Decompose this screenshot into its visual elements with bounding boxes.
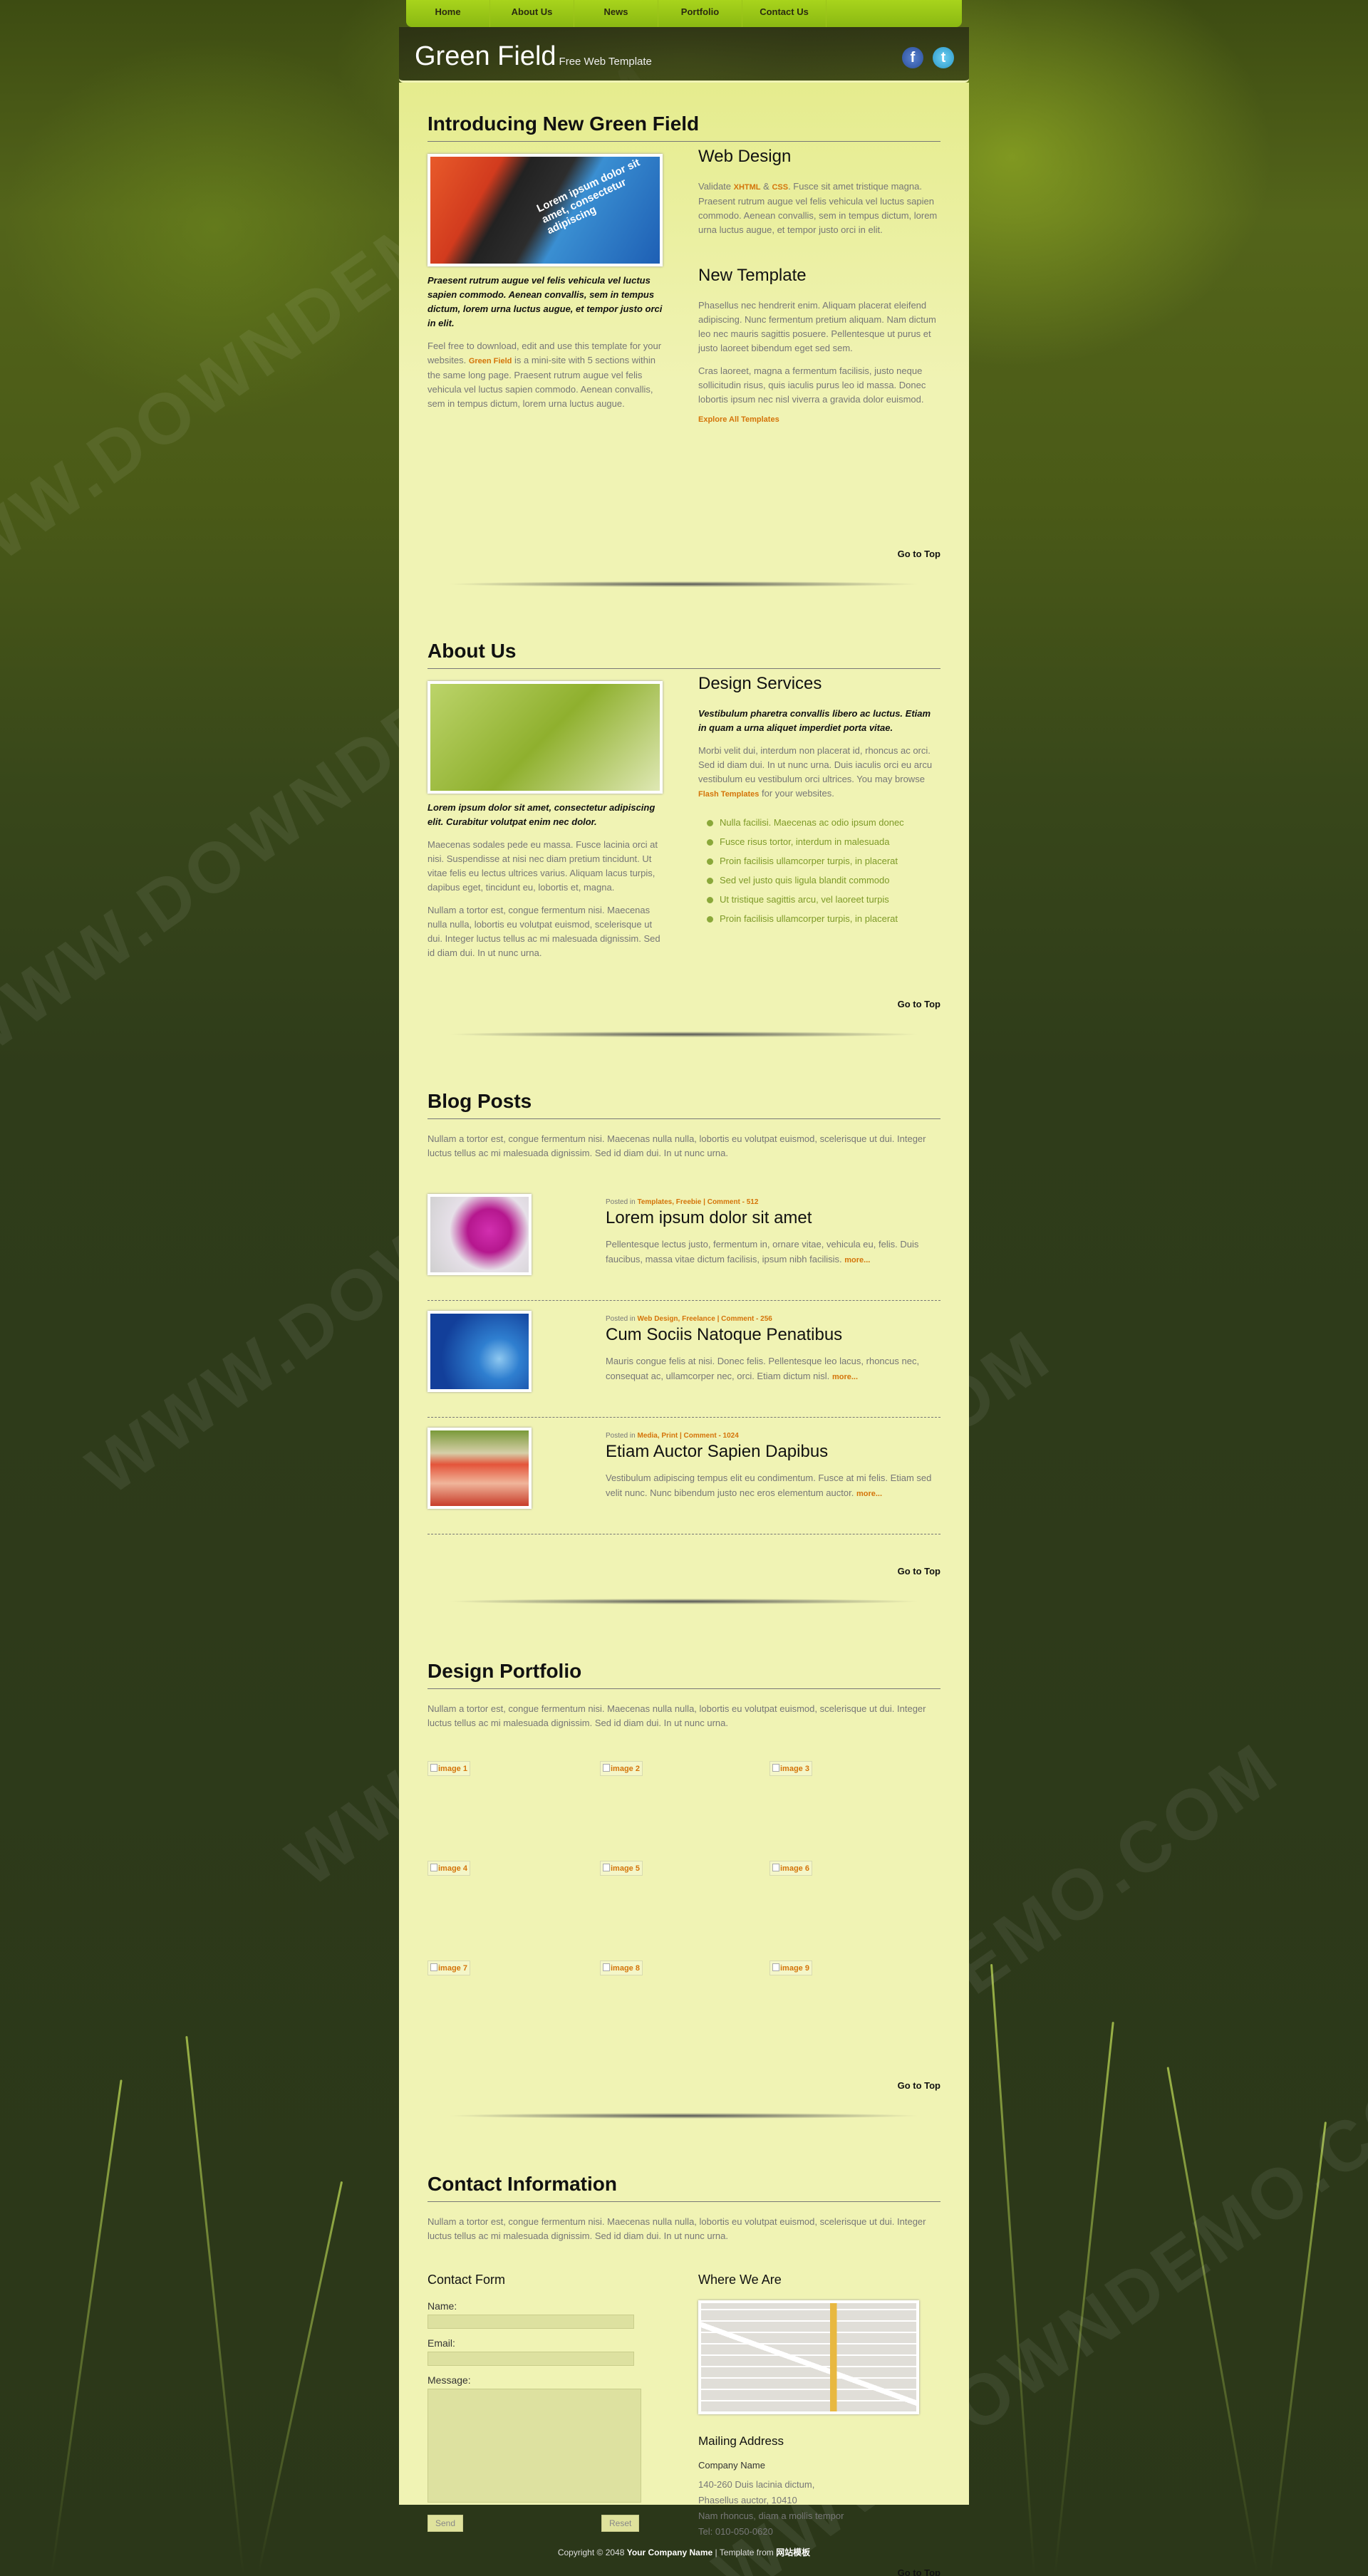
- list-item: Ut tristique sagittis arcu, vel laoreet …: [698, 894, 940, 905]
- site-tagline: Free Web Template: [559, 56, 652, 68]
- portfolio-image[interactable]: image 5: [600, 1861, 643, 1876]
- green-field-link[interactable]: Green Field: [469, 357, 512, 365]
- list-item: Sed vel justo quis ligula blandit commod…: [698, 875, 940, 886]
- nav-home[interactable]: Home: [406, 0, 490, 27]
- go-to-top-link[interactable]: Go to Top: [898, 2080, 940, 2091]
- portfolio-image[interactable]: image 8: [600, 1960, 643, 1975]
- mailing-address-title: Mailing Address: [698, 2434, 784, 2448]
- go-to-top-link[interactable]: Go to Top: [898, 2567, 940, 2576]
- where-we-are-title: Where We Are: [698, 2273, 782, 2287]
- company-name: Company Name: [698, 2460, 765, 2471]
- divider: [420, 1032, 948, 1039]
- post-categories[interactable]: Templates, Freebie: [637, 1198, 701, 1206]
- nav-contact-us[interactable]: Contact Us: [742, 0, 826, 27]
- map-image[interactable]: [698, 2300, 919, 2414]
- message-label: Message:: [428, 2374, 471, 2386]
- blog-section: Blog Posts Nullam a tortor est, congue f…: [428, 1090, 940, 1534]
- section-title: About Us: [428, 640, 940, 669]
- post-image: [428, 1311, 532, 1392]
- section-title: Contact Information: [428, 2173, 940, 2202]
- company-link[interactable]: Your Company Name: [627, 2548, 712, 2557]
- intro-caption: Praesent rutrum augue vel felis vehicula…: [428, 275, 663, 328]
- post-title[interactable]: Lorem ipsum dolor sit amet: [606, 1208, 812, 1228]
- twitter-icon[interactable]: t: [933, 47, 954, 68]
- post-image: [428, 1428, 532, 1509]
- web-design-title: Web Design: [698, 147, 792, 166]
- portfolio-section: Design Portfolio Nullam a tortor est, co…: [428, 1660, 940, 2059]
- divider: [420, 2113, 948, 2120]
- nav-news[interactable]: News: [574, 0, 658, 27]
- email-field[interactable]: [428, 2352, 634, 2366]
- section-title: Introducing New Green Field: [428, 113, 940, 142]
- portfolio-image[interactable]: image 4: [428, 1861, 470, 1876]
- send-button[interactable]: Send: [428, 2515, 464, 2532]
- go-to-top-link[interactable]: Go to Top: [898, 549, 940, 559]
- intro-image: Lorem ipsum dolor sit amet, consectetur …: [428, 154, 663, 266]
- more-link[interactable]: more...: [856, 1490, 882, 1498]
- post-title[interactable]: Cum Sociis Natoque Penatibus: [606, 1325, 842, 1345]
- post-comments[interactable]: Comment - 1024: [684, 1432, 739, 1440]
- css-link[interactable]: CSS: [772, 183, 788, 192]
- divider: [420, 1599, 948, 1606]
- email-label: Email:: [428, 2337, 455, 2349]
- section-title: Design Portfolio: [428, 1660, 940, 1689]
- portfolio-image[interactable]: image 3: [770, 1761, 812, 1776]
- more-link[interactable]: more...: [844, 1256, 870, 1264]
- portfolio-image[interactable]: image 7: [428, 1960, 470, 1975]
- go-to-top-link[interactable]: Go to Top: [898, 1566, 940, 1577]
- about-section: About Us Lorem ipsum dolor sit amet, con…: [428, 640, 940, 996]
- site-title[interactable]: Green Field Free Web Template: [415, 41, 652, 72]
- list-item: Proin facilisis ullamcorper turpis, in p…: [698, 913, 940, 925]
- about-image: [428, 681, 663, 794]
- contact-form-title: Contact Form: [428, 2273, 506, 2287]
- nav-about-us[interactable]: About Us: [490, 0, 574, 27]
- list-item: Proin facilisis ullamcorper turpis, in p…: [698, 856, 940, 867]
- section-title: Blog Posts: [428, 1090, 940, 1119]
- post-categories[interactable]: Media, Print: [637, 1432, 678, 1440]
- intro-section: Introducing New Green Field Lorem ipsum …: [428, 113, 940, 483]
- site-header: Green Field Free Web Template f t: [399, 27, 969, 83]
- facebook-icon[interactable]: f: [902, 47, 923, 68]
- post-categories[interactable]: Web Design, Freelance: [637, 1315, 715, 1323]
- design-services-title: Design Services: [698, 674, 822, 693]
- post-comments[interactable]: Comment - 512: [708, 1198, 759, 1206]
- contact-section: Contact Information Nullam a tortor est,…: [428, 2173, 940, 2543]
- address-line: Tel: 010-050-0620: [698, 2526, 773, 2537]
- flash-templates-link[interactable]: Flash Templates: [698, 790, 759, 799]
- more-link[interactable]: more...: [832, 1373, 858, 1381]
- reset-button[interactable]: Reset: [601, 2515, 640, 2532]
- name-field[interactable]: [428, 2315, 634, 2329]
- address-line: Nam rhoncus, diam a mollis tempor: [698, 2510, 844, 2521]
- address-line: 140-260 Duis lacinia dictum,: [698, 2479, 815, 2490]
- name-label: Name:: [428, 2300, 457, 2312]
- address-line: Phasellus auctor, 10410: [698, 2495, 797, 2505]
- content-area: Introducing New Green Field Lorem ipsum …: [399, 83, 969, 2576]
- template-source-link[interactable]: 网站模板: [776, 2548, 810, 2557]
- footer: Copyright © 2048 Your Company Name | Tem…: [557, 2548, 811, 2557]
- blog-post: Posted in Media, Print | Comment - 1024 …: [428, 1428, 940, 1534]
- portfolio-image[interactable]: image 2: [600, 1761, 643, 1776]
- main-nav: Home About Us News Portfolio Contact Us: [406, 0, 962, 27]
- list-item: Nulla facilisi. Maecenas ac odio ipsum d…: [698, 817, 940, 829]
- xhtml-link[interactable]: XHTML: [734, 183, 761, 192]
- post-title[interactable]: Etiam Auctor Sapien Dapibus: [606, 1442, 828, 1462]
- new-template-title: New Template: [698, 266, 807, 285]
- go-to-top-link[interactable]: Go to Top: [898, 999, 940, 1009]
- list-item: Fusce risus tortor, interdum in malesuad…: [698, 836, 940, 848]
- message-field[interactable]: [428, 2389, 641, 2503]
- intro-image-text: Lorem ipsum dolor sit amet, consectetur …: [534, 156, 642, 237]
- post-comments[interactable]: Comment - 256: [721, 1315, 772, 1323]
- post-image: [428, 1194, 532, 1275]
- blog-post: Posted in Templates, Freebie | Comment -…: [428, 1194, 940, 1301]
- blog-post: Posted in Web Design, Freelance | Commen…: [428, 1311, 940, 1418]
- nav-portfolio[interactable]: Portfolio: [658, 0, 742, 27]
- explore-templates-link[interactable]: Explore All Templates: [698, 415, 940, 424]
- services-list: Nulla facilisi. Maecenas ac odio ipsum d…: [698, 817, 940, 925]
- divider: [420, 581, 948, 588]
- portfolio-image[interactable]: image 9: [770, 1960, 812, 1975]
- portfolio-image[interactable]: image 1: [428, 1761, 470, 1776]
- portfolio-image[interactable]: image 6: [770, 1861, 812, 1876]
- page-wrapper: Home About Us News Portfolio Contact Us …: [399, 0, 969, 2576]
